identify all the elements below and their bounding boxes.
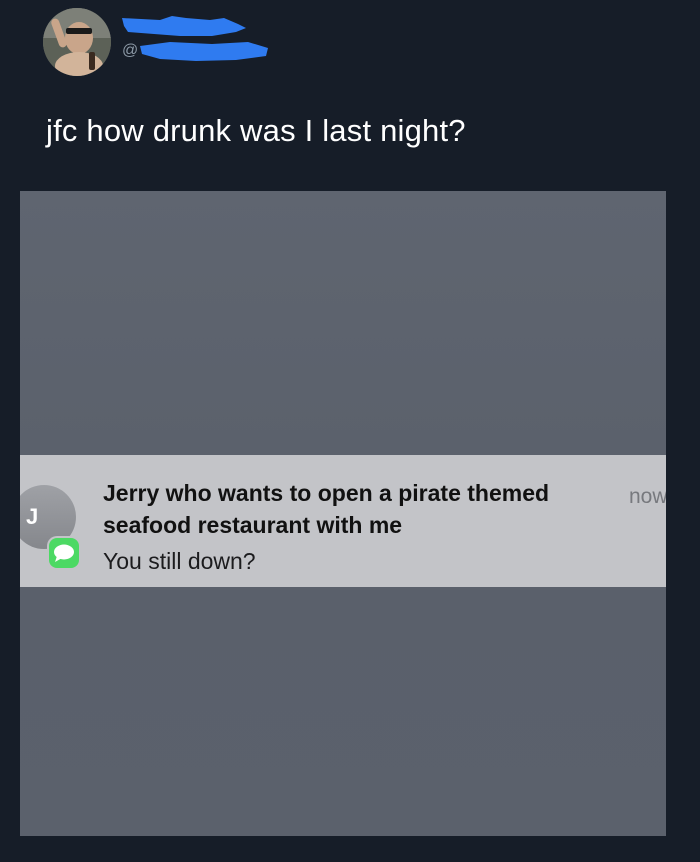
- redacted-handle: [140, 42, 269, 61]
- handle-row: @: [122, 40, 270, 62]
- speech-bubble-icon: [54, 544, 74, 562]
- notification-sender: Jerry who wants to open a pirate themed …: [103, 480, 550, 538]
- avatar-photo: [43, 8, 111, 76]
- tweet-media-screenshot[interactable]: J Jerry who wants to open a pirate theme…: [20, 191, 666, 836]
- message-notification[interactable]: J Jerry who wants to open a pirate theme…: [20, 455, 666, 587]
- handle-at-sign: @: [122, 42, 139, 59]
- user-avatar[interactable]: [43, 8, 111, 76]
- messages-app-icon: [49, 538, 79, 568]
- notification-time: now: [629, 485, 666, 508]
- notification-message: You still down?: [103, 548, 256, 574]
- redacted-display-name: [122, 16, 246, 36]
- tweet-text: jfc how drunk was I last night?: [46, 113, 466, 148]
- tweet-header: @ jfc how drunk was I last night?: [0, 0, 700, 148]
